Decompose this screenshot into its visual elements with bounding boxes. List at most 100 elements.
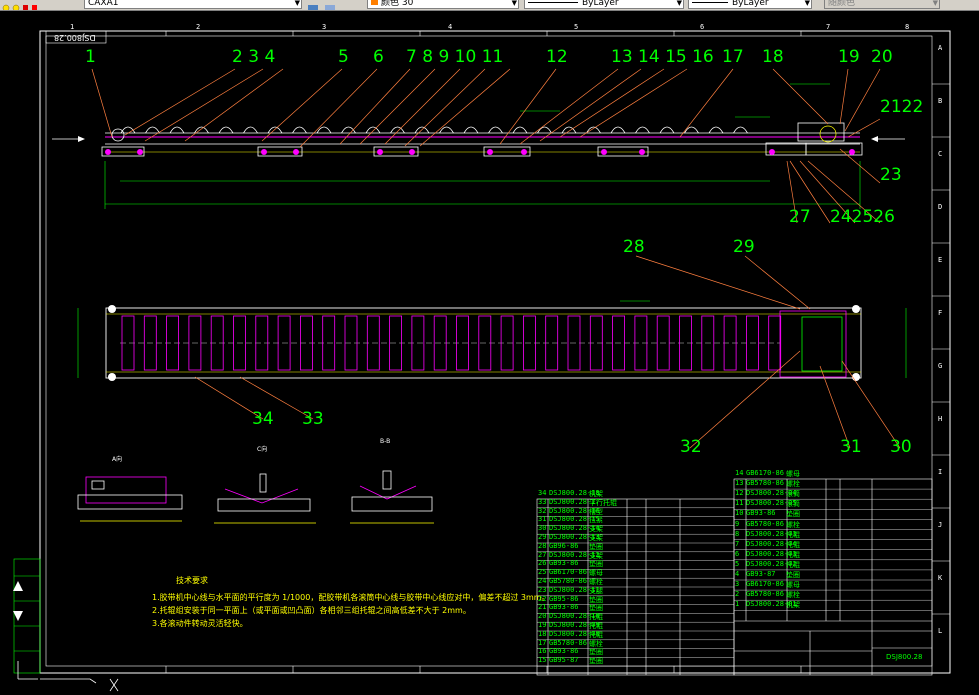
section-label-c: C向: [257, 446, 268, 453]
grid-row-label: G: [938, 362, 943, 370]
parts-cell-code: GB5780-86: [746, 479, 784, 488]
grid-col-label: 8: [905, 23, 910, 31]
callout-18: 18: [762, 47, 784, 67]
parts-cell-code: GB93-86: [549, 603, 579, 612]
layer-state-icons[interactable]: [2, 0, 37, 10]
parts-cell-no: 16: [538, 647, 547, 656]
plotstyle-dropdown[interactable]: 随颜色 ▼: [824, 0, 940, 9]
color-swatch-icon: [371, 0, 378, 5]
grid-row-label: C: [938, 150, 943, 158]
callout-24-26: 242526: [830, 207, 895, 227]
callout-31: 31: [840, 437, 862, 457]
plotstyle-value: 随颜色: [828, 0, 856, 8]
layer-manager-icon[interactable]: [307, 0, 335, 10]
idler-roller: [243, 126, 258, 134]
grid-row-label: L: [938, 627, 943, 635]
parts-cell-code: GB95-87: [549, 656, 579, 665]
parts-cell-name: 托辊: [786, 530, 800, 539]
lineweight-dropdown[interactable]: ByLayer ▼: [688, 0, 812, 9]
parts-cell-no: 20: [538, 612, 547, 621]
grid-row-label: E: [938, 256, 943, 264]
section-label-bb: B-B: [380, 438, 391, 445]
idler-roller: [267, 126, 283, 134]
callout-27: 27: [789, 207, 811, 227]
parts-cell-no: 19: [538, 621, 547, 629]
grid-col-label: 5: [574, 23, 579, 31]
parts-cell-name: 滚筒: [786, 490, 800, 499]
parts-cell-name: 托辊: [786, 550, 800, 559]
notes-body: 1.胶带机中心线与水平面的平行度为 1/1000，配胶带机各滚筒中心线与胶带中心…: [152, 591, 550, 630]
idler-roller: [169, 126, 185, 134]
section-label-a: A向: [112, 456, 123, 463]
chevron-down-icon: ▼: [932, 0, 938, 7]
note-line-3: 3.各滚动件转动灵活轻快。: [152, 619, 248, 628]
callout-33: 33: [302, 409, 324, 429]
callout-13-16: 13 14 15 16: [611, 47, 714, 67]
grid-col-label: 4: [448, 23, 453, 31]
plan-view: [77, 300, 907, 381]
idler-roller: [292, 126, 307, 134]
layer-dropdown[interactable]: CAXA1 ▼: [84, 0, 302, 9]
parts-cell-no: 14: [735, 469, 744, 477]
parts-cell-name: 托辊: [786, 540, 800, 549]
parts-cell-no: 15: [538, 656, 547, 665]
callout-29: 29: [733, 237, 755, 257]
callout-6: 6: [373, 47, 384, 67]
parts-cell-code: GB5780-86: [746, 590, 784, 599]
idler-roller: [218, 126, 234, 134]
grid-row-label: D: [938, 203, 943, 211]
parts-cell-code: GB5780-86: [549, 577, 587, 585]
parts-cell-name: 滚筒: [786, 500, 800, 509]
parts-cell-no: 3: [735, 580, 740, 589]
callout-7-11: 7 8 9 10 11: [406, 47, 504, 67]
parts-cell-no: 10: [735, 509, 744, 518]
note-line-1: 1.胶带机中心线与水平面的平行度为 1/1000，配胶带机各滚筒中心线与胶带中心…: [152, 593, 550, 602]
parts-cell-code: GB6170-86: [746, 580, 784, 589]
parts-cell-code: GB6170-86: [746, 469, 784, 477]
linetype-value: ByLayer: [582, 0, 619, 8]
idler-roller: [537, 126, 552, 134]
idler-roller: [708, 126, 724, 134]
parts-cell-no: 24: [538, 577, 547, 585]
parts-cell-no: 26: [538, 559, 547, 568]
parts-cell-no: 32: [538, 506, 547, 515]
parts-cell-no: 25: [538, 568, 547, 577]
parts-cell-code: GB93-86: [549, 559, 579, 568]
callout-32: 32: [680, 437, 702, 457]
elevation-view: [52, 83, 905, 209]
color-dropdown[interactable]: 颜色 30 ▼: [367, 0, 519, 9]
parts-cell-no: 6: [735, 549, 740, 558]
parts-cell-no: 9: [735, 519, 740, 528]
grid-col-label: 2: [196, 23, 201, 31]
section-views: [77, 470, 434, 524]
parts-cell-no: 29: [538, 533, 547, 541]
chevron-down-icon: ▼: [676, 0, 682, 7]
grid-row-label: B: [938, 97, 943, 105]
idler-roller: [684, 126, 699, 134]
parts-cell-no: 8: [735, 529, 740, 538]
ucs-icon: [17, 661, 119, 692]
layer-value: CAXA1: [88, 0, 119, 8]
callout-21-22: 2122: [880, 97, 924, 117]
linetype-dropdown[interactable]: ByLayer ▼: [524, 0, 684, 9]
parts-cell-name: 螺母: [786, 470, 800, 478]
idler-roller: [659, 126, 675, 134]
parts-cell-name: 垫圈: [589, 657, 603, 666]
parts-cell-no: 18: [538, 629, 547, 638]
parts-cell-name: 螺栓: [786, 520, 800, 529]
grid-row-label: I: [938, 468, 943, 476]
parts-cell-no: 2: [735, 590, 740, 599]
chevron-down-icon: ▼: [294, 0, 300, 7]
parts-cell-no: 17: [538, 638, 547, 647]
parts-cell-code: GB5780-86: [746, 519, 784, 528]
grid-col-label: 7: [826, 23, 831, 31]
idler-roller: [365, 126, 381, 134]
drawing-canvas[interactable]: 1 2 3 4 5 6 7 8 A B C D E F G H I J K L …: [0, 11, 979, 695]
note-line-2: 2.托辊组安装于同一平面上（或平面或凹凸面）各相邻三组托辊之间高低差不大于 2m…: [152, 606, 471, 615]
callout-20: 20: [871, 47, 893, 67]
parts-cell-no: 23: [538, 585, 547, 594]
parts-cell-code: GB93-86: [746, 509, 776, 518]
parts-cell-name: 螺栓: [786, 480, 800, 489]
properties-toolbar: CAXA1 ▼ 颜色 30 ▼ ByLayer ▼ ByLayer ▼ 随颜色 …: [0, 0, 979, 11]
callout-28: 28: [623, 237, 645, 257]
